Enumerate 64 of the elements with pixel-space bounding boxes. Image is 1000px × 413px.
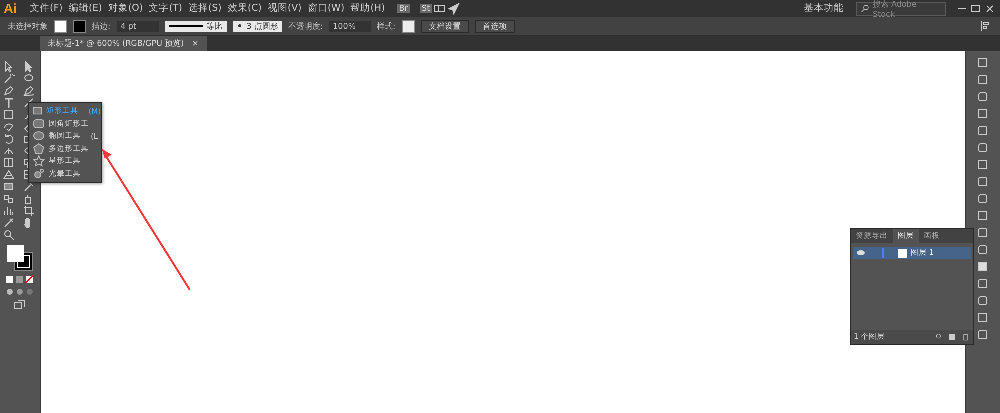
type-icon[interactable] [3, 97, 15, 109]
brush-field[interactable]: 3 点圆形 [232, 20, 282, 32]
stroke-line-icon [168, 22, 203, 28]
menu-item[interactable]: 帮助(H) [348, 2, 388, 15]
stroke-swatch[interactable] [73, 20, 86, 32]
rocket-icon[interactable] [448, 2, 460, 14]
star-icon[interactable] [33, 155, 45, 168]
stroke-weight-field[interactable]: 4 pt [116, 20, 159, 32]
menu-item[interactable]: 视图(V) [266, 2, 304, 15]
stroke-profile-field[interactable]: 等比 [164, 20, 227, 32]
rotate-icon[interactable] [3, 133, 15, 145]
stroke-label[interactable]: 描边: [92, 20, 111, 32]
rectangle-icon[interactable] [33, 105, 43, 118]
workspace-menu[interactable]: 基本功能 [802, 2, 846, 15]
rounded-rectangle-icon[interactable] [33, 118, 45, 130]
draw-mode-icons[interactable] [5, 287, 35, 296]
polygon-icon[interactable] [33, 142, 45, 155]
slice-icon[interactable] [3, 217, 15, 229]
opacity-label[interactable]: 不透明度: [288, 20, 324, 32]
settings-button[interactable]: 文档设置 [420, 20, 469, 32]
close-tab-button[interactable]: × [192, 39, 199, 48]
close-icon[interactable] [984, 2, 996, 14]
bridge-button[interactable]: Br [397, 4, 410, 13]
ellipse-icon[interactable] [33, 130, 45, 142]
shaper-icon[interactable] [3, 121, 15, 133]
pen-icon[interactable] [3, 85, 15, 97]
curvature-pen-icon[interactable] [23, 85, 35, 97]
style-label: 样式: [377, 20, 396, 32]
brush-dot-icon [236, 22, 243, 28]
rectangle-icon[interactable] [3, 109, 15, 121]
document-tab[interactable]: 未标题-1* @ 600% (RGB/GPU 预览) × [40, 36, 207, 51]
width-icon[interactable] [3, 145, 15, 157]
column-graph-icon[interactable] [3, 205, 15, 217]
eye-icon[interactable] [856, 249, 866, 257]
settings-button[interactable]: 首选项 [474, 20, 515, 32]
opacity-field[interactable]: 100% [329, 20, 372, 32]
color-mode-icons[interactable] [5, 275, 35, 284]
menu-item[interactable]: 窗口(W) [306, 2, 347, 15]
menu-item[interactable]: 效果(C) [226, 2, 264, 15]
perspective-grid-icon[interactable] [3, 169, 15, 181]
menu-item[interactable]: 编辑(E) [66, 2, 104, 15]
menu-item[interactable]: 文字(T) [147, 2, 184, 15]
restore-icon[interactable] [970, 2, 982, 14]
selection-arrow-icon[interactable] [3, 61, 15, 73]
menu-item[interactable]: 文件(F) [28, 2, 65, 15]
screen-mode-icon[interactable] [14, 299, 26, 311]
menu-item[interactable]: 对象(O) [106, 2, 146, 15]
stock-button[interactable]: St [420, 4, 432, 13]
flare-icon[interactable] [33, 168, 45, 180]
artboard-icon[interactable] [23, 205, 35, 217]
fill-stroke-swatches[interactable] [5, 244, 35, 272]
line-segment-icon[interactable] [23, 97, 35, 109]
eyedropper-icon[interactable] [23, 181, 35, 193]
fill-swatch[interactable] [54, 20, 67, 32]
menu-item[interactable]: 选择(S) [186, 2, 224, 15]
zoom-icon[interactable] [3, 229, 15, 241]
layout-icon[interactable] [434, 2, 446, 14]
selection-status: 未选择对象 [8, 20, 48, 32]
direct-selection-arrow-icon[interactable] [23, 61, 35, 73]
free-transform-icon[interactable] [3, 157, 15, 169]
app-logo: Ai [4, 1, 18, 16]
blend-icon[interactable] [3, 193, 15, 205]
magic-wand-icon[interactable] [3, 73, 15, 85]
style-swatch[interactable] [402, 20, 415, 32]
